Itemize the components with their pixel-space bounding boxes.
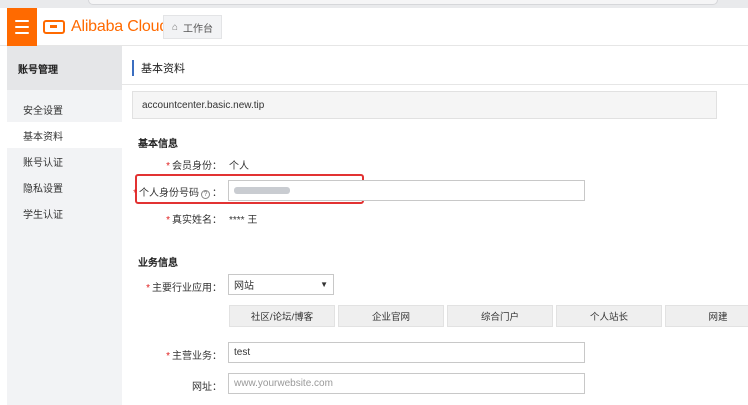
section-heading-business-info: 业务信息: [138, 258, 178, 269]
help-icon[interactable]: ?: [201, 190, 210, 199]
top-header: Alibaba Cloud ⌂ 工作台: [0, 8, 748, 46]
divider: [122, 84, 748, 85]
hamburger-icon-line: [15, 26, 29, 28]
chevron-down-icon: ▼: [320, 280, 328, 289]
browser-tab: [88, 0, 718, 5]
category-option[interactable]: 企业官网: [338, 305, 444, 327]
industry-select[interactable]: 网站 ▼: [228, 274, 334, 295]
page-title: 基本资料: [132, 60, 185, 76]
workbench-tab[interactable]: ⌂ 工作台: [163, 15, 223, 39]
real-name-label: * 真实姓名：: [166, 215, 222, 226]
main-business-input[interactable]: test: [228, 342, 585, 363]
main-content: 基本资料 accountcenter.basic.new.tip 基本信息 * 会…: [122, 46, 748, 405]
sidebar-title: 账号管理: [7, 46, 122, 90]
category-option[interactable]: 网建: [665, 305, 748, 327]
main-business-label: * 主营业务：: [166, 351, 222, 362]
sidebar-item-verification[interactable]: 账号认证: [7, 148, 122, 174]
id-number-input[interactable]: [228, 180, 585, 201]
category-option[interactable]: 综合门户: [447, 305, 553, 327]
sidebar-item-privacy[interactable]: 隐私设置: [7, 174, 122, 200]
sidebar-item-student[interactable]: 学生认证: [7, 200, 122, 226]
category-row: 社区/论坛/博客 企业官网 综合门户 个人站长 网建: [229, 305, 748, 327]
menu-button[interactable]: [7, 8, 37, 46]
page: Alibaba Cloud ⌂ 工作台 账号管理 安全设置 基本资料 账号认证 …: [0, 0, 748, 405]
category-option[interactable]: 社区/论坛/博客: [229, 305, 335, 327]
url-input[interactable]: www.yourwebsite.com: [228, 373, 585, 394]
home-icon: ⌂: [172, 21, 179, 33]
sidebar-item-security[interactable]: 安全设置: [7, 96, 122, 122]
url-label: 网址：: [192, 382, 222, 393]
industry-selected-value: 网站: [234, 281, 254, 292]
hamburger-icon-line: [15, 20, 29, 22]
alibaba-cloud-logo-icon: [43, 20, 65, 34]
member-label: * 会员身份：: [166, 161, 222, 172]
id-number-label: * 个人身份号码?：: [133, 188, 222, 199]
category-option[interactable]: 个人站长: [556, 305, 662, 327]
section-heading-basic-info: 基本信息: [138, 139, 178, 150]
workbench-tab-label: 工作台: [183, 23, 214, 35]
browser-top-strip: [0, 0, 748, 8]
brand-logo[interactable]: Alibaba Cloud: [43, 8, 168, 46]
redacted-value: [234, 187, 290, 194]
real-name-value: **** 王: [229, 215, 258, 226]
member-value: 个人: [229, 161, 249, 172]
sidebar: 账号管理 安全设置 基本资料 账号认证 隐私设置 学生认证: [7, 46, 122, 405]
hamburger-icon-line: [15, 32, 29, 34]
brand-name: Alibaba Cloud: [71, 18, 169, 35]
industry-label: * 主要行业应用：: [146, 283, 222, 294]
tip-banner: accountcenter.basic.new.tip: [132, 91, 717, 119]
sidebar-item-basic-profile[interactable]: 基本资料: [7, 122, 122, 148]
